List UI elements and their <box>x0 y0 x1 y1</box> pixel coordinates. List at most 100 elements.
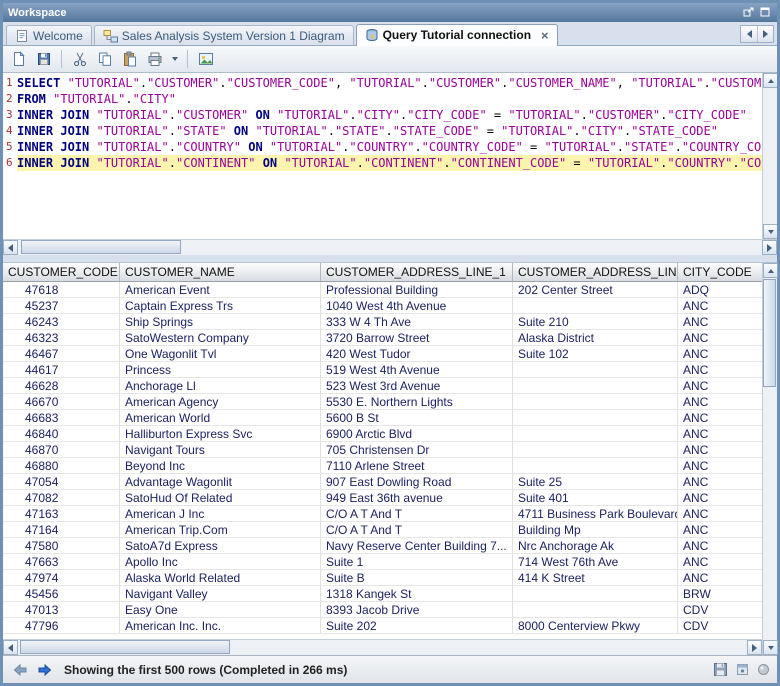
table-cell: ANC <box>678 474 762 489</box>
scrollbar-thumb[interactable] <box>763 279 776 387</box>
table-cell: Captain Express Trs <box>120 298 321 313</box>
splitter-handle[interactable] <box>3 255 777 263</box>
query-database-icon <box>365 28 379 42</box>
export-image-button[interactable] <box>194 48 217 70</box>
column-header[interactable]: CITY_CODE <box>678 263 762 281</box>
table-row[interactable]: 46670American Agency5530 E. Northern Lig… <box>3 394 762 410</box>
scroll-right-icon <box>767 244 772 252</box>
editor-vscrollbar[interactable] <box>762 73 777 239</box>
table-row[interactable]: 46243Ship Springs333 W 4 Th AveSuite 210… <box>3 314 762 330</box>
table-row[interactable]: 46840Halliburton Express Svc6900 Arctic … <box>3 426 762 442</box>
table-row[interactable]: 47013Easy One8393 Jacob DriveCDV <box>3 602 762 618</box>
scrollbar-track[interactable] <box>763 278 777 640</box>
editor-lines[interactable]: SELECT "TUTORIAL"."CUSTOMER"."CUSTOMER_C… <box>17 73 762 239</box>
table-row[interactable]: 47796American Inc. Inc.Suite 2028000 Cen… <box>3 618 762 634</box>
save-button[interactable] <box>32 48 55 70</box>
table-row[interactable]: 46683American World5600 B StANC <box>3 410 762 426</box>
copy-button[interactable] <box>93 48 116 70</box>
table-cell: Anchorage Ll <box>120 378 321 393</box>
column-header[interactable]: CUSTOMER_CODE <box>3 263 120 281</box>
tab-welcome[interactable]: Welcome <box>6 25 92 45</box>
paste-button[interactable] <box>118 48 141 70</box>
table-cell: Alaska District <box>513 330 678 345</box>
table-row[interactable]: 47663Apollo IncSuite 1714 West 76th AveA… <box>3 554 762 570</box>
table-cell: Suite 401 <box>513 490 678 505</box>
table-cell: 705 Christensen Dr <box>321 442 513 457</box>
scroll-right-button[interactable] <box>747 640 762 655</box>
table-row[interactable]: 46628Anchorage Ll523 West 3rd AvenueANC <box>3 378 762 394</box>
table-row[interactable]: 47580SatoA7d ExpressNavy Reserve Center … <box>3 538 762 554</box>
scroll-down-button[interactable] <box>763 224 777 239</box>
grid-body[interactable]: 47618American EventProfessional Building… <box>3 282 762 639</box>
table-cell: SatoWestern Company <box>120 330 321 345</box>
editor-hscrollbar[interactable] <box>3 239 777 255</box>
scroll-up-button[interactable] <box>763 73 777 88</box>
table-row[interactable]: 45456Navigant Valley1318 Kangek StBRW <box>3 586 762 602</box>
column-header[interactable]: CUSTOMER_NAME <box>120 263 321 281</box>
print-button[interactable] <box>143 48 166 70</box>
tab-sales-analysis-diagram[interactable]: Sales Analysis System Version 1 Diagram <box>94 25 354 45</box>
grid-hscrollbar[interactable] <box>3 639 762 655</box>
save-icon <box>36 51 52 67</box>
table-cell: Suite 202 <box>321 618 513 633</box>
table-row[interactable]: 46323SatoWestern Company3720 Barrow Stre… <box>3 330 762 346</box>
table-row[interactable]: 45237Captain Express Trs1040 West 4th Av… <box>3 298 762 314</box>
table-cell: ANC <box>678 362 762 377</box>
save-results-icon[interactable] <box>713 662 728 677</box>
scroll-up-button[interactable] <box>763 263 778 278</box>
scrollbar-thumb[interactable] <box>20 640 230 654</box>
maximize-icon[interactable] <box>759 6 772 19</box>
column-header[interactable]: CUSTOMER_ADDRESS_LINE_1 <box>321 263 513 281</box>
cut-button[interactable] <box>68 48 91 70</box>
sql-editor[interactable]: 123456 SELECT "TUTORIAL"."CUSTOMER"."CUS… <box>3 73 777 239</box>
table-row[interactable]: 47618American EventProfessional Building… <box>3 282 762 298</box>
scroll-left-button[interactable] <box>3 640 18 655</box>
print-dropdown-button[interactable] <box>168 48 181 70</box>
tab-label: Sales Analysis System Version 1 Diagram <box>122 29 345 43</box>
scrollbar-thumb[interactable] <box>21 240 181 254</box>
pin-icon[interactable] <box>736 663 749 676</box>
table-row[interactable]: 46880Beyond Inc7110 Arlene StreetANC <box>3 458 762 474</box>
table-cell: Beyond Inc <box>120 458 321 473</box>
table-row[interactable]: 46467One Wagonlit Tvl420 West TudorSuite… <box>3 346 762 362</box>
table-row[interactable]: 47974Alaska World RelatedSuite B414 K St… <box>3 570 762 586</box>
table-row[interactable]: 47054Advantage Wagonlit907 East Dowling … <box>3 474 762 490</box>
table-cell: 1040 West 4th Avenue <box>321 298 513 313</box>
status-ball-icon[interactable] <box>757 663 770 676</box>
print-dropdown-icon <box>172 57 178 61</box>
table-cell <box>513 394 678 409</box>
table-cell: 47663 <box>3 554 120 569</box>
column-header[interactable]: CUSTOMER_ADDRESS_LINE_2 <box>513 263 678 281</box>
float-window-icon[interactable] <box>742 6 755 19</box>
table-cell: 46467 <box>3 346 120 361</box>
scroll-down-button[interactable] <box>763 640 778 655</box>
scrollbar-track[interactable] <box>763 88 777 224</box>
table-cell: Navy Reserve Center Building 7... <box>321 538 513 553</box>
table-cell: 4711 Business Park Boulevard <box>513 506 678 521</box>
forward-arrow-icon <box>38 664 52 676</box>
table-cell: C/O A T And T <box>321 522 513 537</box>
close-tab-icon[interactable]: × <box>541 29 549 42</box>
new-file-button[interactable] <box>7 48 30 70</box>
table-cell: ANC <box>678 298 762 313</box>
table-cell <box>513 362 678 377</box>
code-line: FROM "TUTORIAL"."CITY" <box>17 91 762 107</box>
table-cell: Professional Building <box>321 282 513 297</box>
forward-button[interactable] <box>35 660 55 680</box>
table-row[interactable]: 47082SatoHud Of Related949 East 36th ave… <box>3 490 762 506</box>
scroll-right-button[interactable] <box>762 240 777 255</box>
back-button[interactable] <box>10 660 30 680</box>
table-row[interactable]: 47163American J IncC/O A T And T4711 Bus… <box>3 506 762 522</box>
scroll-left-button[interactable] <box>3 240 18 255</box>
grid-vscrollbar[interactable] <box>762 263 777 655</box>
table-row[interactable]: 46870Navigant Tours705 Christensen DrANC <box>3 442 762 458</box>
table-row[interactable]: 44617Princess519 West 4th AvenueANC <box>3 362 762 378</box>
scrollbar-track[interactable] <box>18 640 747 655</box>
scroll-tabs-left-button[interactable] <box>741 26 757 42</box>
scroll-tabs-right-button[interactable] <box>757 26 773 42</box>
toolbar <box>3 46 777 73</box>
table-cell: 5600 B St <box>321 410 513 425</box>
scrollbar-track[interactable] <box>18 240 762 255</box>
table-row[interactable]: 47164American Trip.ComC/O A T And TBuild… <box>3 522 762 538</box>
tab-query-tutorial-connection[interactable]: Query Tutorial connection × <box>356 24 558 46</box>
